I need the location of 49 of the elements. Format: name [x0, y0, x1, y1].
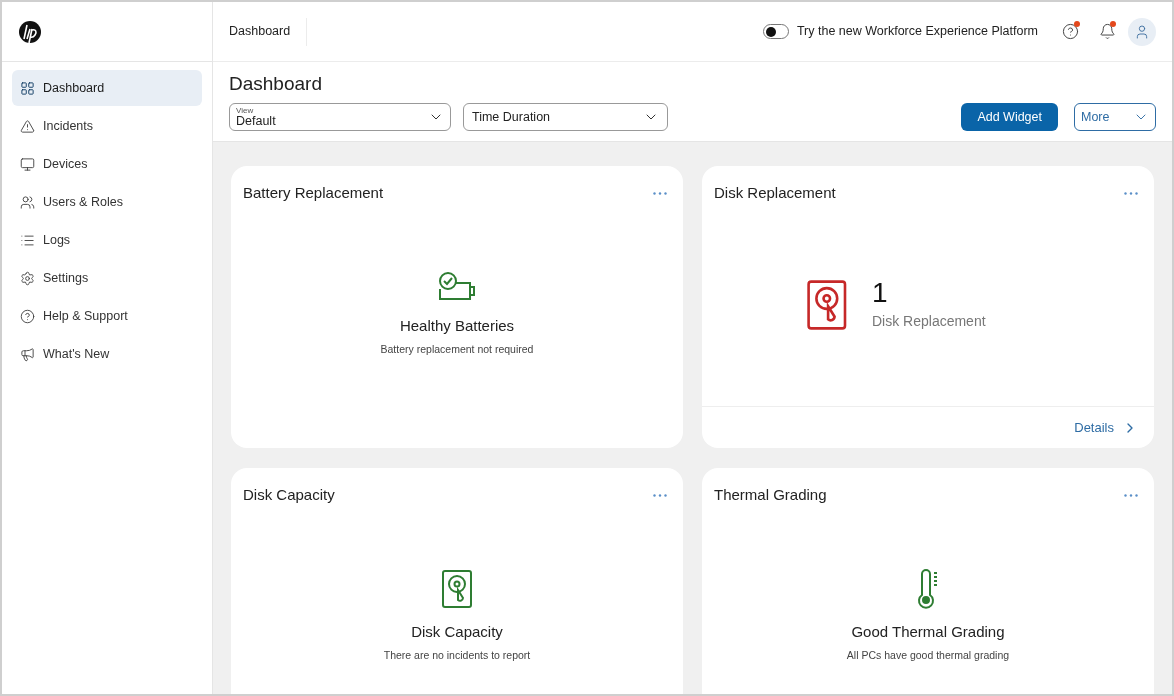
more-select[interactable]: More	[1074, 103, 1156, 131]
nav-item[interactable]: Settings	[12, 260, 202, 296]
nav-item[interactable]: Devices	[12, 146, 202, 182]
widget-title: Battery Replacement	[243, 183, 384, 203]
notifications-button[interactable]	[1099, 23, 1116, 40]
hard-drive-icon	[441, 569, 473, 610]
warning-icon	[20, 118, 35, 134]
user-avatar-button[interactable]	[1128, 17, 1156, 46]
hard-drive-icon	[806, 279, 848, 332]
time-duration-select[interactable]: Time Duration	[463, 103, 668, 131]
megaphone-icon	[20, 346, 35, 362]
widget-title: Disk Capacity	[243, 485, 335, 505]
toggle-switch[interactable]	[762, 24, 789, 39]
widget-title: Disk Replacement	[714, 183, 836, 203]
widget-subtitle: Battery replacement not required	[380, 341, 534, 357]
grid-icon	[20, 80, 35, 96]
page-title: Dashboard	[229, 74, 323, 93]
nav-item[interactable]: Logs	[12, 222, 202, 258]
view-select[interactable]: View Default	[229, 103, 451, 131]
nav-item[interactable]: Users & Roles	[12, 184, 202, 220]
widget-subtitle: All PCs have good thermal grading	[846, 647, 1010, 663]
nav-item[interactable]: Dashboard	[12, 70, 202, 106]
widget-title: Thermal Grading	[714, 485, 827, 505]
nav-item[interactable]: What's New	[12, 336, 202, 372]
more-icon	[653, 191, 667, 195]
more-icon	[653, 493, 667, 497]
user-icon	[1134, 23, 1150, 40]
widget-headline: Disk Capacity	[411, 622, 503, 643]
widget-label: Disk Replacement	[872, 311, 986, 331]
monitor-icon	[20, 156, 35, 172]
widget-headline: Healthy Batteries	[399, 316, 515, 337]
details-link[interactable]: Details	[1074, 417, 1138, 438]
widget-headline: Good Thermal Grading	[851, 622, 1005, 643]
thermometer-icon	[916, 569, 940, 610]
widget-count: 1	[872, 278, 889, 307]
settings-icon	[20, 270, 35, 286]
breadcrumb: Dashboard	[229, 17, 308, 46]
more-icon	[1124, 493, 1138, 497]
add-widget-button[interactable]: Add Widget	[961, 103, 1058, 131]
logo-icon	[18, 19, 42, 44]
nav-item[interactable]: Help & Support	[12, 298, 202, 334]
nav-item[interactable]: Incidents	[12, 108, 202, 144]
widget-subtitle: There are no incidents to report	[383, 647, 531, 663]
list-icon	[20, 232, 35, 248]
help-button[interactable]	[1062, 23, 1079, 40]
toggle-label: Try the new Workforce Experience Platform	[796, 23, 1038, 41]
help-icon	[20, 308, 35, 324]
more-icon	[1124, 191, 1138, 195]
users-icon	[20, 194, 35, 210]
